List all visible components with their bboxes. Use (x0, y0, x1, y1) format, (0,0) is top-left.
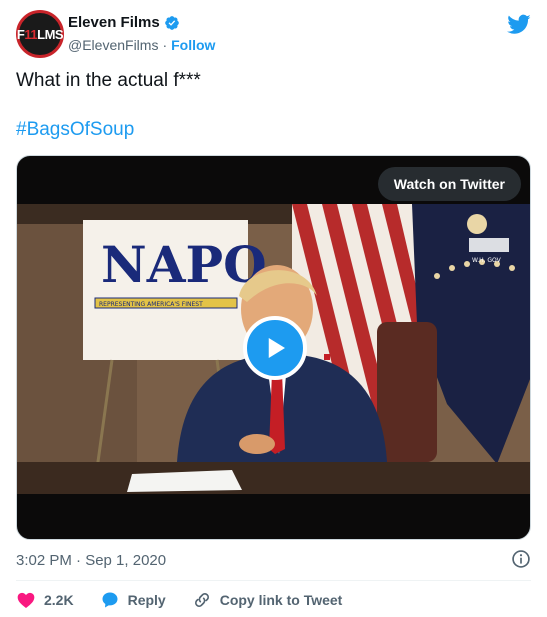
author-handle[interactable]: @ElevenFilms (68, 37, 158, 53)
heart-icon (17, 592, 35, 608)
wh-caption-text: W.H. GOV (472, 257, 502, 264)
sign-title-text: NAPO (101, 235, 267, 294)
video-player[interactable]: NAPO REPRESENTING AMERICA'S FINEST W.H. … (16, 155, 531, 540)
avatar[interactable]: F11LMS (16, 10, 64, 58)
tweet-embed: F11LMS Eleven Films @ElevenFilms · Follo… (0, 0, 547, 617)
play-icon (268, 338, 285, 358)
watch-on-twitter-button[interactable]: Watch on Twitter (377, 167, 521, 201)
author-handle-row: @ElevenFilms · Follow (68, 37, 215, 53)
copy-link-button[interactable]: Copy link to Tweet (192, 590, 343, 610)
reply-button[interactable]: Reply (100, 590, 166, 610)
like-count: 2.2K (44, 592, 74, 608)
like-button[interactable]: 2.2K (16, 590, 74, 610)
reply-bubble-icon (102, 592, 118, 608)
divider (16, 580, 531, 581)
separator-dot: · (162, 37, 168, 53)
follow-button[interactable]: Follow (171, 37, 215, 53)
twitter-bird-icon[interactable] (507, 12, 531, 36)
copy-link-label: Copy link to Tweet (219, 592, 343, 608)
author-display-name[interactable]: Eleven Films (68, 14, 160, 31)
hashtag-link[interactable]: #BagsOfSoup (16, 119, 134, 141)
tweet-text: What in the actual f*** (16, 70, 201, 91)
play-button[interactable] (243, 316, 307, 380)
author-name-row[interactable]: Eleven Films (68, 14, 180, 31)
info-icon[interactable] (511, 549, 531, 569)
sign-tagline-text: REPRESENTING AMERICA'S FINEST (99, 301, 203, 308)
avatar-logo: F11LMS (16, 26, 64, 42)
link-icon (194, 593, 209, 607)
reply-label: Reply (127, 592, 166, 608)
tweet-timestamp[interactable]: 3:02 PM · Sep 1, 2020 (16, 552, 166, 569)
action-bar: 2.2K Reply Copy link to Tweet (16, 590, 368, 610)
verified-badge-icon (164, 15, 179, 30)
